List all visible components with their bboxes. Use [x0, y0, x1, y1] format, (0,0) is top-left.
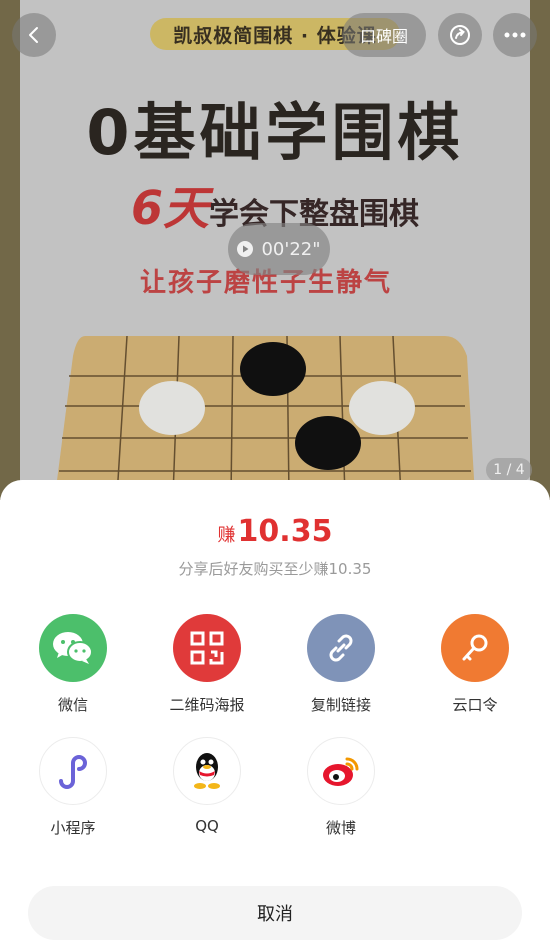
more-button[interactable]: [493, 13, 537, 57]
wechat-icon: [39, 614, 107, 682]
weibo-icon: [307, 737, 375, 805]
earn-amount-line: 赚10.35: [0, 514, 550, 549]
earn-label: 赚: [217, 525, 236, 546]
share-option-label: 二维码海报: [169, 696, 245, 714]
share-option-label: 小程序: [50, 819, 96, 837]
koubei-button[interactable]: 口碑圈: [342, 13, 426, 57]
qrcode-icon: [173, 614, 241, 682]
chevron-left-icon: [29, 27, 38, 43]
share-icon: [450, 25, 470, 45]
back-button[interactable]: [12, 13, 56, 57]
dim-overlay[interactable]: [0, 0, 550, 500]
miniprogram-icon: [39, 737, 107, 805]
share-option-qq[interactable]: QQ: [152, 737, 262, 835]
share-option-qrcode-poster[interactable]: 二维码海报: [152, 614, 262, 715]
earn-description: 分享后好友购买至少赚10.35: [178, 560, 372, 578]
share-option-label: 微博: [325, 819, 356, 837]
share-option-label: 复制链接: [310, 696, 371, 714]
share-button[interactable]: [438, 13, 482, 57]
more-dots-icon: [504, 32, 526, 38]
share-option-label: QQ: [195, 817, 219, 835]
share-option-copy-link[interactable]: 复制链接: [286, 614, 396, 715]
share-option-label: 云口令: [452, 696, 498, 714]
key-icon: [441, 614, 509, 682]
link-icon: [307, 614, 375, 682]
share-option-label: 微信: [57, 696, 88, 714]
share-option-cloud-code[interactable]: 云口令: [420, 614, 530, 715]
earn-amount: 10.35: [237, 514, 333, 549]
share-option-miniprogram[interactable]: 小程序: [18, 737, 128, 838]
cancel-button[interactable]: 取消: [28, 886, 522, 940]
share-option-weibo[interactable]: 微博: [286, 737, 396, 838]
share-option-wechat[interactable]: 微信: [18, 614, 128, 715]
qq-icon: [173, 737, 241, 805]
share-sheet: 赚10.35 分享后好友购买至少赚10.35 微信 二维码海报 复制链接 云口令…: [0, 480, 550, 951]
